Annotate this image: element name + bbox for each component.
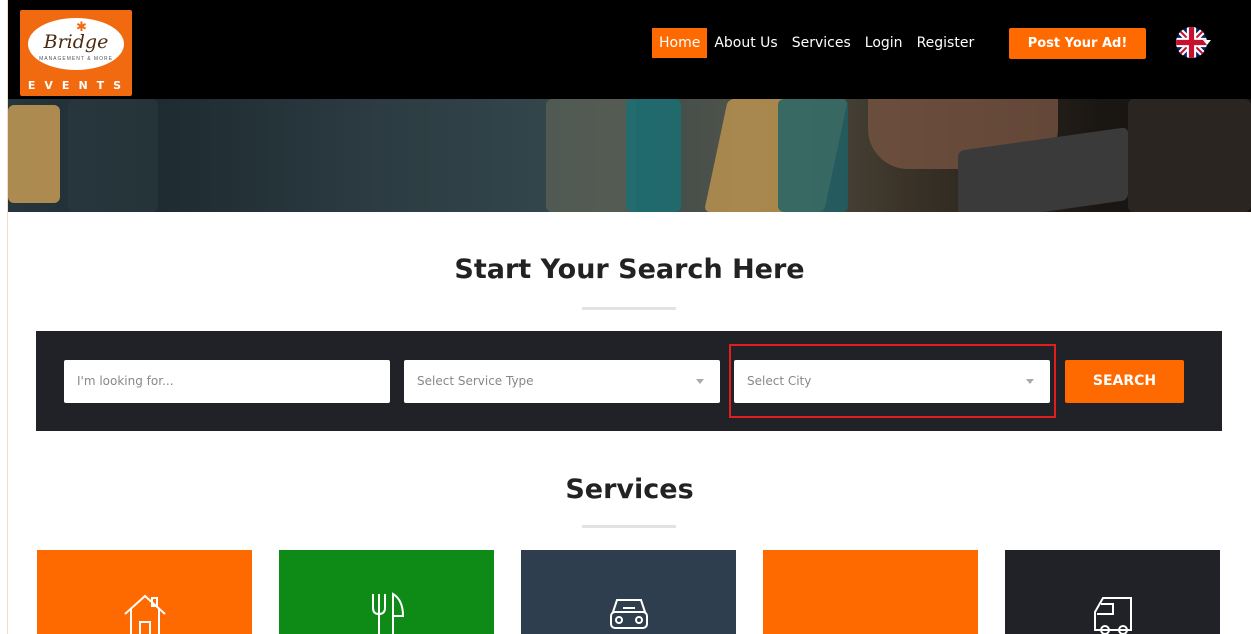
hero-banner-image — [8, 99, 1251, 212]
search-title-underline — [582, 307, 676, 310]
services-title-underline — [582, 525, 676, 528]
nav-login[interactable]: Login — [858, 28, 910, 58]
house-icon — [123, 594, 166, 634]
hero-shape — [68, 99, 158, 212]
hero-shape — [626, 99, 681, 212]
service-type-placeholder: Select Service Type — [417, 374, 534, 388]
hero-shape — [778, 99, 848, 212]
truck-icon — [1093, 597, 1132, 634]
hero-chair-left — [8, 105, 60, 203]
page-frame-edge — [0, 0, 8, 634]
keyword-search-input[interactable]: I'm looking for... — [64, 360, 390, 403]
logo-sub-text: MANAGEMENT & MORE — [39, 56, 113, 62]
main-nav: Home About Us Services Login Register — [652, 28, 981, 58]
post-your-ad-button[interactable]: Post Your Ad! — [1009, 28, 1146, 59]
logo-word: EVENTS — [27, 79, 131, 92]
fork-knife-icon — [371, 592, 404, 634]
services-section-title: Services — [565, 474, 694, 505]
nav-about-us[interactable]: About Us — [707, 28, 784, 58]
nav-home[interactable]: Home — [652, 28, 708, 58]
chevron-down-icon — [696, 379, 704, 384]
hero-shape — [546, 99, 636, 212]
service-card-venues[interactable] — [37, 550, 252, 634]
bridge-events-logo[interactable]: ✱ Bridge MANAGEMENT & MORE EVENTS — [20, 10, 132, 96]
service-card-transport[interactable] — [521, 550, 736, 634]
language-dropdown-caret-icon[interactable] — [1203, 40, 1211, 45]
service-card-other[interactable] — [763, 550, 978, 634]
service-card-catering[interactable] — [279, 550, 494, 634]
service-type-select[interactable]: Select Service Type — [404, 360, 720, 403]
car-icon — [609, 599, 648, 629]
city-select-highlight — [729, 344, 1056, 418]
navbar: ✱ Bridge MANAGEMENT & MORE EVENTS Home A… — [8, 0, 1251, 99]
hero-shape — [1128, 99, 1251, 212]
logo-oval: ✱ Bridge MANAGEMENT & MORE — [28, 18, 124, 70]
search-section-title: Start Your Search Here — [454, 254, 805, 285]
nav-register[interactable]: Register — [910, 28, 982, 58]
keyword-search-placeholder: I'm looking for... — [77, 374, 174, 388]
search-button[interactable]: SEARCH — [1065, 360, 1184, 403]
nav-services[interactable]: Services — [785, 28, 858, 58]
logo-script-text: Bridge — [43, 31, 109, 53]
service-card-logistics[interactable] — [1005, 550, 1220, 634]
